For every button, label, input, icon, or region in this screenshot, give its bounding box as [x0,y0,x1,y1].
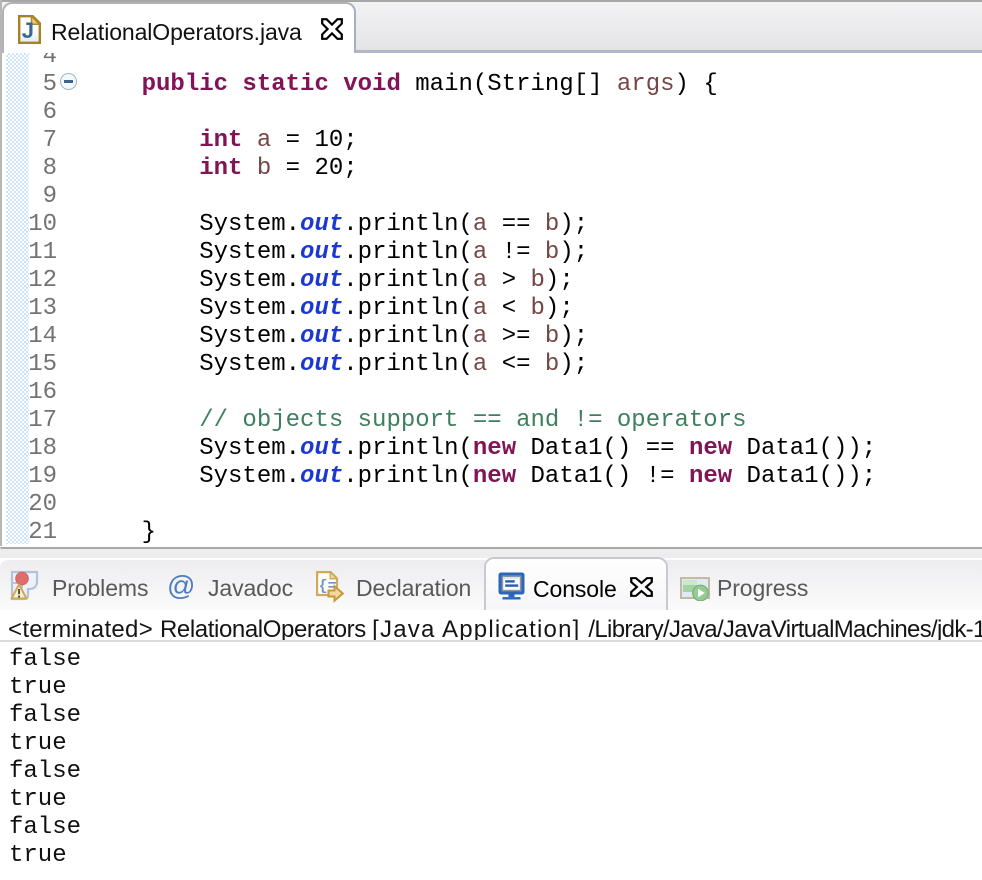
svg-text:J: J [22,18,34,43]
